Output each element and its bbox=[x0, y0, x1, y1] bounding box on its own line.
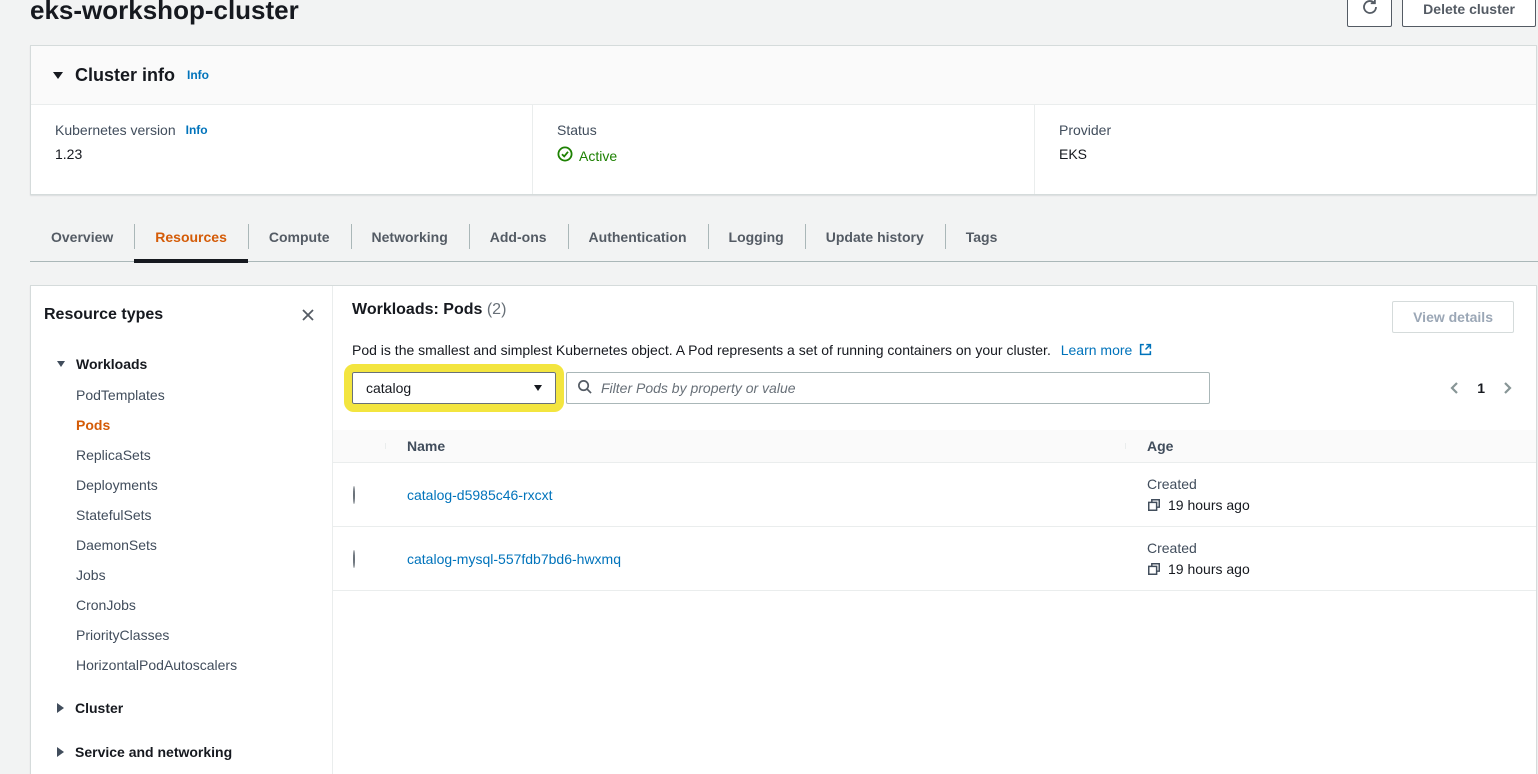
cluster-info-title: Cluster info bbox=[75, 65, 175, 86]
caret-right-icon bbox=[57, 747, 64, 757]
age-value-text: 19 hours ago bbox=[1168, 497, 1250, 513]
resource-types-sidebar: Resource types Workloads PodTemplates Po… bbox=[31, 286, 333, 774]
pods-description: Pod is the smallest and simplest Kuberne… bbox=[352, 342, 1514, 358]
sidebar-item-podtemplates[interactable]: PodTemplates bbox=[31, 380, 332, 410]
tab-overview[interactable]: Overview bbox=[30, 212, 134, 261]
cluster-tabs: Overview Resources Compute Networking Ad… bbox=[30, 212, 1538, 262]
column-header-age[interactable]: Age bbox=[1125, 438, 1536, 454]
provider-field: Provider EKS bbox=[1034, 105, 1536, 194]
sidebar-item-priorityclasses[interactable]: PriorityClasses bbox=[31, 620, 332, 650]
sidebar-item-deployments[interactable]: Deployments bbox=[31, 470, 332, 500]
page-number[interactable]: 1 bbox=[1477, 380, 1485, 396]
tree-group-workloads-label: Workloads bbox=[76, 356, 147, 372]
kubernetes-version-label: Kubernetes version bbox=[55, 122, 176, 138]
tree-group-service-networking-label: Service and networking bbox=[75, 744, 232, 760]
resource-types-title: Resource types bbox=[44, 306, 163, 324]
cluster-info-card: Cluster info Info Kubernetes version Inf… bbox=[30, 45, 1537, 195]
sidebar-item-pods[interactable]: Pods bbox=[31, 410, 332, 440]
tab-networking[interactable]: Networking bbox=[351, 212, 469, 261]
caret-down-icon bbox=[57, 361, 65, 367]
tab-resources[interactable]: Resources bbox=[134, 212, 248, 261]
page-actions: Delete cluster bbox=[1347, 0, 1536, 27]
kubernetes-version-value: 1.23 bbox=[55, 146, 508, 162]
pods-description-text: Pod is the smallest and simplest Kuberne… bbox=[352, 342, 1051, 358]
tab-compute[interactable]: Compute bbox=[248, 212, 351, 261]
tree-group-cluster-label: Cluster bbox=[75, 700, 123, 716]
pods-count: (2) bbox=[487, 301, 507, 318]
search-icon bbox=[577, 379, 592, 397]
sidebar-item-replicasets[interactable]: ReplicaSets bbox=[31, 440, 332, 470]
learn-more-link[interactable]: Learn more bbox=[1061, 342, 1152, 358]
age-value-text: 19 hours ago bbox=[1168, 561, 1250, 577]
pods-table-header: Name Age bbox=[333, 430, 1536, 463]
resources-panel: Resource types Workloads PodTemplates Po… bbox=[30, 285, 1537, 774]
tab-authentication[interactable]: Authentication bbox=[568, 212, 708, 261]
sidebar-item-daemonsets[interactable]: DaemonSets bbox=[31, 530, 332, 560]
kubernetes-version-info-link[interactable]: Info bbox=[186, 123, 208, 137]
resource-tree: Workloads PodTemplates Pods ReplicaSets … bbox=[31, 348, 332, 768]
cluster-info-info-link[interactable]: Info bbox=[187, 68, 209, 82]
learn-more-label: Learn more bbox=[1061, 342, 1133, 358]
age-created-label: Created bbox=[1147, 540, 1536, 556]
sidebar-item-horizontalpodautoscalers[interactable]: HorizontalPodAutoscalers bbox=[31, 650, 332, 680]
status-field: Status Active bbox=[532, 105, 1034, 194]
pod-name-link[interactable]: catalog-d5985c46-rxcxt bbox=[407, 487, 553, 503]
pagination: 1 bbox=[1448, 380, 1514, 396]
delete-cluster-button[interactable]: Delete cluster bbox=[1402, 0, 1536, 27]
caret-right-icon bbox=[57, 703, 64, 713]
pods-search-input[interactable]: Filter Pods by property or value bbox=[566, 372, 1210, 404]
column-header-name[interactable]: Name bbox=[385, 438, 1125, 454]
pods-title-text: Workloads: Pods bbox=[352, 301, 482, 318]
refresh-button[interactable] bbox=[1347, 0, 1392, 27]
row-radio-button[interactable] bbox=[353, 550, 355, 568]
copy-icon[interactable] bbox=[1147, 498, 1161, 512]
pod-filter-dropdown[interactable]: catalog bbox=[352, 372, 556, 404]
tree-group-cluster[interactable]: Cluster bbox=[31, 692, 332, 724]
status-badge: Active bbox=[579, 148, 617, 164]
tree-group-service-networking[interactable]: Service and networking bbox=[31, 736, 332, 768]
table-row: catalog-d5985c46-rxcxt Created 19 hou bbox=[333, 463, 1536, 527]
row-radio-button[interactable] bbox=[353, 486, 355, 504]
tab-tags[interactable]: Tags bbox=[945, 212, 1019, 261]
collapse-caret-icon[interactable] bbox=[53, 72, 63, 79]
status-label: Status bbox=[557, 122, 597, 138]
provider-value: EKS bbox=[1059, 146, 1512, 162]
tab-update-history[interactable]: Update history bbox=[805, 212, 945, 261]
search-placeholder: Filter Pods by property or value bbox=[601, 380, 796, 396]
chevron-down-icon bbox=[534, 385, 542, 391]
view-details-button[interactable]: View details bbox=[1392, 301, 1514, 333]
provider-label: Provider bbox=[1059, 122, 1111, 138]
pods-panel-title: Workloads: Pods (2) bbox=[352, 301, 506, 319]
page-next-icon[interactable] bbox=[1502, 381, 1514, 395]
kubernetes-version-field: Kubernetes version Info 1.23 bbox=[31, 105, 532, 194]
sidebar-item-statefulsets[interactable]: StatefulSets bbox=[31, 500, 332, 530]
page-previous-icon[interactable] bbox=[1448, 381, 1460, 395]
filter-row: catalog Filter Pods by property or value bbox=[352, 372, 1514, 404]
copy-icon[interactable] bbox=[1147, 562, 1161, 576]
pods-content: Workloads: Pods (2) View details Pod is … bbox=[333, 286, 1536, 774]
tab-add-ons[interactable]: Add-ons bbox=[469, 212, 568, 261]
refresh-icon bbox=[1361, 0, 1379, 19]
eks-console-screen: eks-workshop-cluster Delete cluster Clus… bbox=[0, 0, 1538, 774]
sidebar-item-cronjobs[interactable]: CronJobs bbox=[31, 590, 332, 620]
pods-table: Name Age catalog-d5985c46-rxcxt Created bbox=[333, 430, 1536, 591]
sidebar-item-jobs[interactable]: Jobs bbox=[31, 560, 332, 590]
page-title: eks-workshop-cluster bbox=[30, 0, 299, 26]
tree-group-workloads[interactable]: Workloads bbox=[31, 348, 332, 380]
age-created-label: Created bbox=[1147, 476, 1536, 492]
close-icon[interactable] bbox=[300, 307, 316, 323]
table-row: catalog-mysql-557fdb7bd6-hwxmq Created bbox=[333, 527, 1536, 591]
cluster-info-body: Kubernetes version Info 1.23 Status bbox=[31, 105, 1536, 194]
status-active-icon bbox=[557, 146, 573, 165]
cluster-info-header[interactable]: Cluster info Info bbox=[31, 46, 1536, 105]
pod-name-link[interactable]: catalog-mysql-557fdb7bd6-hwxmq bbox=[407, 551, 621, 567]
tab-logging[interactable]: Logging bbox=[708, 212, 805, 261]
pod-filter-dropdown-value: catalog bbox=[366, 380, 411, 396]
